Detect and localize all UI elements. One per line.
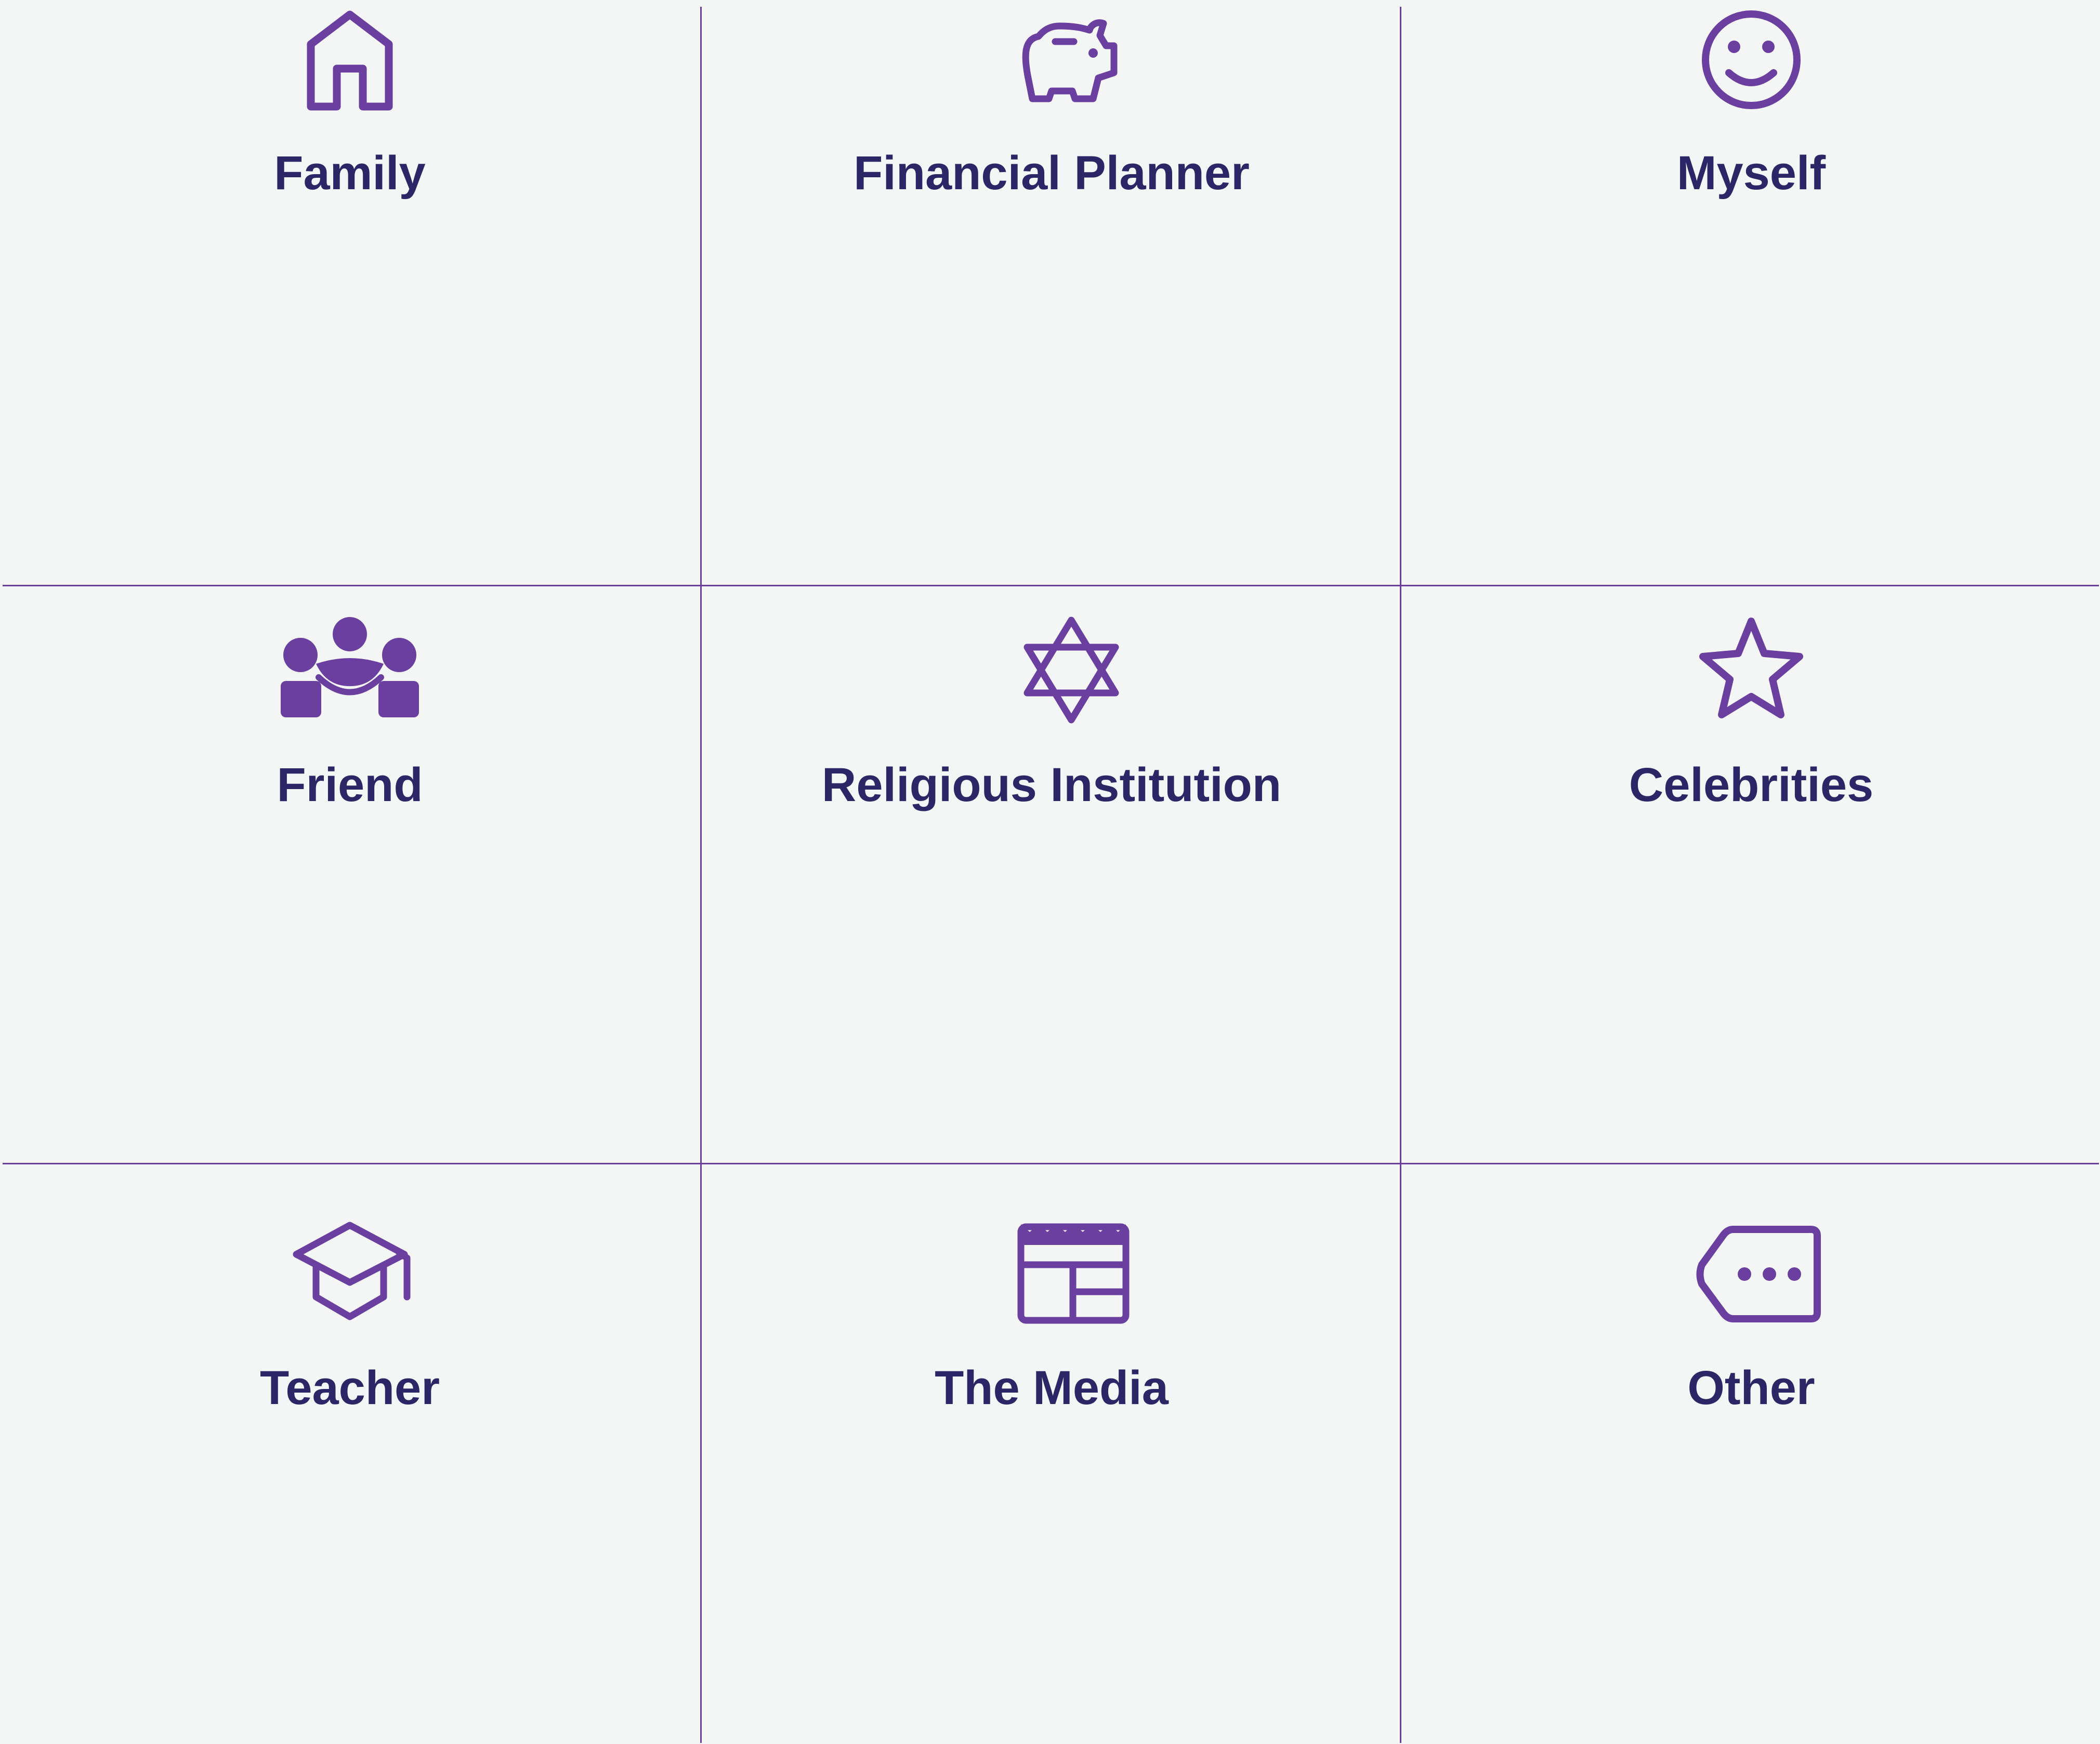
graduation-cap-icon bbox=[293, 1219, 411, 1328]
option-other[interactable]: Other bbox=[1401, 0, 2100, 1744]
option-label: Other bbox=[1687, 1361, 1815, 1414]
newspaper-icon bbox=[1017, 1219, 1130, 1328]
option-grid: Family Financial Planner Myself Friend R… bbox=[0, 0, 2100, 1744]
option-label: Teacher bbox=[259, 1361, 440, 1414]
option-the-media[interactable]: The Media bbox=[702, 0, 1401, 1744]
option-teacher[interactable]: Teacher bbox=[0, 0, 700, 1744]
option-label: The Media bbox=[935, 1361, 1169, 1414]
tag-more-icon bbox=[1696, 1219, 1821, 1328]
